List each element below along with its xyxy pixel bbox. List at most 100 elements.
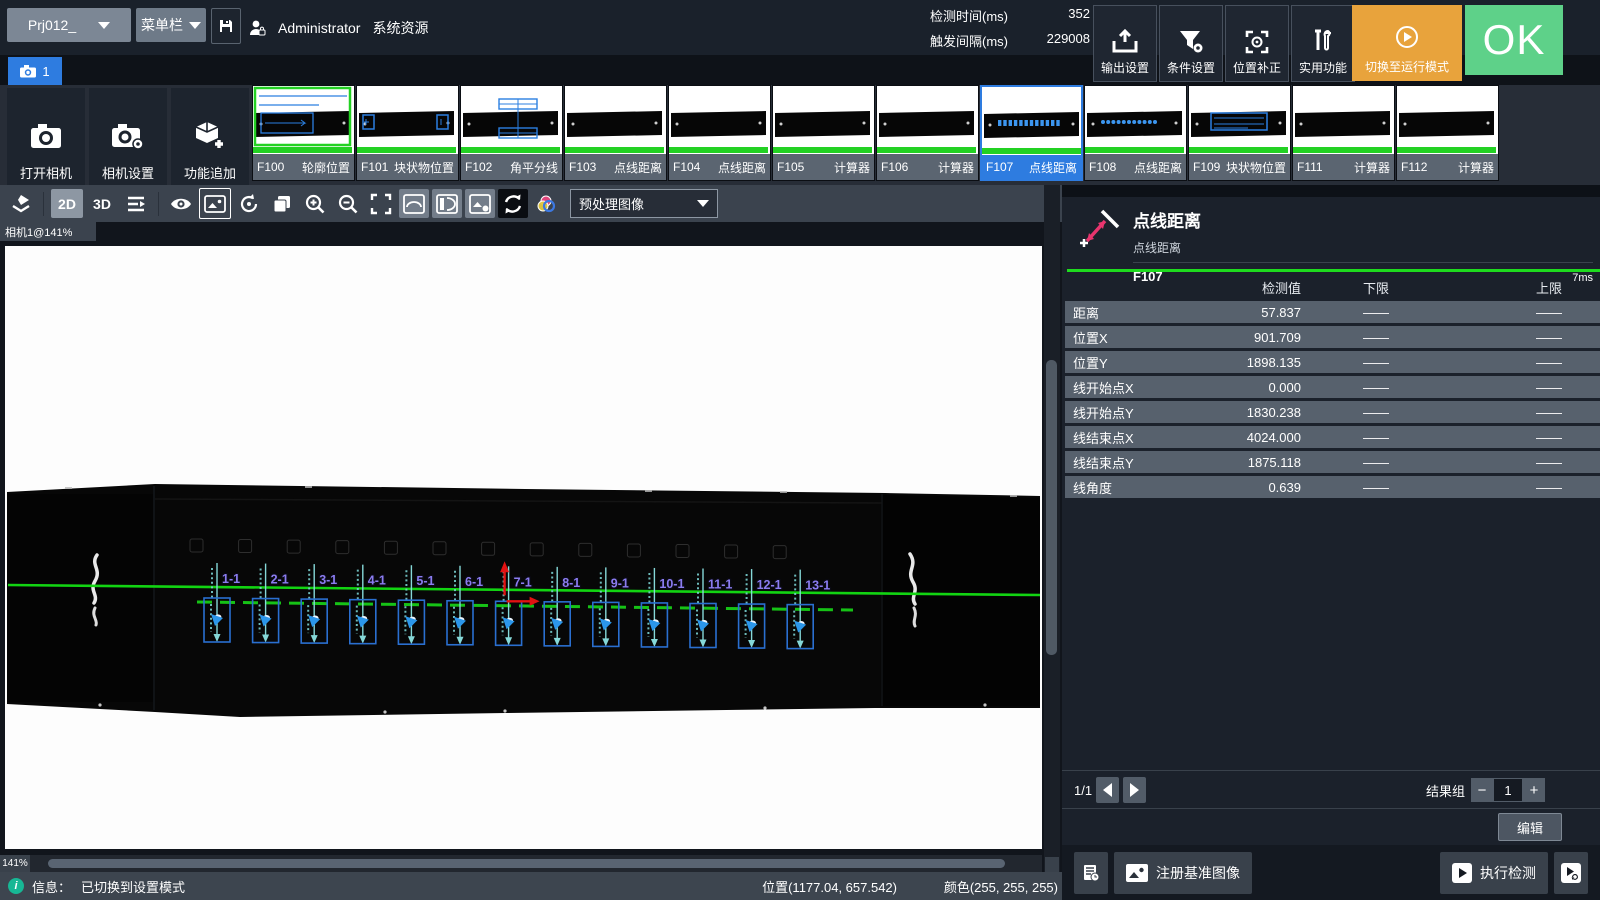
- panel-scroll-thumb[interactable]: [1046, 360, 1056, 655]
- tool-tile-2[interactable]: 相机设置: [89, 88, 167, 190]
- result-row[interactable]: 位置Y 1898.135 —— ——: [1065, 351, 1600, 373]
- fit-screen-icon[interactable]: [366, 189, 396, 218]
- function-id: F102: [465, 160, 492, 174]
- result-row[interactable]: 距离 57.837 —— ——: [1065, 301, 1600, 323]
- preprocess-image-dropdown[interactable]: 预处理图像: [570, 189, 718, 218]
- result-status-bar: [1067, 269, 1600, 272]
- result-row[interactable]: 线开始点Y 1830.238 —— ——: [1065, 401, 1600, 423]
- zoom-in-icon[interactable]: [300, 189, 330, 218]
- save-button[interactable]: [211, 8, 241, 44]
- list-icon[interactable]: [121, 189, 151, 218]
- result-title: 点线距离: [1133, 207, 1593, 232]
- result-label: 位置X: [1065, 328, 1215, 347]
- function-name: 轮廓位置: [302, 159, 350, 176]
- function-thumb-label: F112 计算器: [1397, 154, 1498, 180]
- copy-icon[interactable]: [267, 189, 297, 218]
- function-thumb-label: F100 轮廓位置: [253, 154, 354, 180]
- rotate-lock-icon[interactable]: [234, 189, 264, 218]
- function-thumb-F103[interactable]: F103 点线距离: [564, 85, 667, 181]
- action-label: 输出设置: [1101, 59, 1149, 76]
- refresh-icon[interactable]: [498, 189, 528, 218]
- function-thumb-image: [461, 86, 562, 154]
- group-value[interactable]: 1: [1493, 778, 1523, 802]
- layers-icon[interactable]: [6, 189, 36, 218]
- timing-stats: 检测时间(ms) 352 触发间隔(ms) 229008: [930, 0, 1090, 55]
- action-button-1[interactable]: 输出设置: [1093, 5, 1157, 82]
- result-value: 0.639: [1215, 480, 1301, 495]
- register-reference-image-button[interactable]: 注册基准图像: [1114, 852, 1252, 894]
- camera-image: 1-12-13-14-15-16-17-18-19-110-111-112-11…: [5, 246, 1042, 849]
- function-thumb-label: F102 角平分线: [461, 154, 562, 180]
- tool-tile-3[interactable]: 功能追加: [171, 88, 249, 190]
- camera-tab-1[interactable]: 1: [8, 57, 62, 88]
- function-thumb-F100[interactable]: F100 轮廓位置: [252, 85, 355, 181]
- display-left-icon[interactable]: [432, 189, 462, 218]
- prev-page-button[interactable]: [1096, 777, 1119, 803]
- function-thumb-F105[interactable]: F105 计算器: [772, 85, 875, 181]
- function-thumb-F106[interactable]: F106 计算器: [876, 85, 979, 181]
- preprocess-dropdown-value: 预处理图像: [579, 194, 644, 213]
- result-row[interactable]: 线结束点Y 1875.118 —— ——: [1065, 451, 1600, 473]
- function-thumb-F104[interactable]: F104 点线距离: [668, 85, 771, 181]
- ok-status[interactable]: OK: [1465, 5, 1563, 75]
- project-select[interactable]: Prj012_: [7, 8, 131, 42]
- display-corner-icon[interactable]: [465, 189, 495, 218]
- result-row[interactable]: 线开始点X 0.000 —— ——: [1065, 376, 1600, 398]
- info-label: 信息：: [32, 877, 71, 896]
- switch-run-mode-button[interactable]: 切换至运行模式: [1352, 5, 1462, 81]
- image-viewport[interactable]: 1-12-13-14-15-16-17-18-19-110-111-112-11…: [5, 246, 1042, 849]
- group-decrement-button[interactable]: −: [1471, 778, 1493, 802]
- continuous-run-button[interactable]: [1554, 852, 1588, 894]
- result-list-button[interactable]: [1074, 852, 1108, 894]
- image-icon[interactable]: [199, 188, 231, 219]
- horizontal-scroll-thumb[interactable]: [48, 859, 1005, 868]
- function-thumb-F101[interactable]: F101 块状物位置: [356, 85, 459, 181]
- result-panel: 点线距离 点线距离 F107 7ms 检测值 下限 上限距离 57.837 ——…: [1062, 185, 1600, 900]
- group-increment-button[interactable]: +: [1523, 778, 1545, 802]
- mode-3d-button[interactable]: 3D: [86, 189, 118, 218]
- function-thumb-F109[interactable]: F109 块状物位置: [1188, 85, 1291, 181]
- edit-button[interactable]: 编辑: [1498, 813, 1562, 841]
- zoom-out-icon[interactable]: [333, 189, 363, 218]
- function-thumb-image: [1189, 86, 1290, 154]
- menu-bar-button[interactable]: 菜单栏: [136, 8, 206, 42]
- result-upper-limit: ——: [1431, 455, 1600, 470]
- tool-tile-1[interactable]: 打开相机: [7, 88, 85, 190]
- function-thumb-F107[interactable]: F107 点线距离: [980, 85, 1083, 181]
- col-lower-limit: 下限: [1301, 278, 1431, 297]
- tool-tile-label: 打开相机: [20, 163, 72, 182]
- display-bottom-icon[interactable]: [399, 189, 429, 218]
- edit-label: 编辑: [1517, 818, 1543, 837]
- result-upper-limit: ——: [1431, 480, 1600, 495]
- eye-icon[interactable]: [166, 189, 196, 218]
- horizontal-scrollbar[interactable]: 141%: [0, 855, 1042, 872]
- chevron-down-icon: [697, 200, 709, 207]
- svg-text:12-1: 12-1: [757, 578, 782, 592]
- color-channels-icon[interactable]: [531, 189, 561, 218]
- function-thumb-F112[interactable]: F112 计算器: [1396, 85, 1499, 181]
- function-thumb-F111[interactable]: F111 计算器: [1292, 85, 1395, 181]
- result-value: 1875.118: [1215, 455, 1301, 470]
- run-inspection-button[interactable]: 执行检测: [1440, 852, 1548, 894]
- chevron-down-icon: [189, 22, 201, 29]
- function-thumb-image: [1085, 86, 1186, 154]
- action-button-4[interactable]: 实用功能: [1291, 5, 1355, 82]
- function-thumb-image: [982, 87, 1081, 155]
- function-thumb-label: F107 点线距离: [982, 155, 1081, 179]
- result-row[interactable]: 位置X 901.709 —— ——: [1065, 326, 1600, 348]
- function-name: 块状物位置: [1226, 159, 1286, 176]
- function-name: 计算器: [938, 159, 974, 176]
- cube-plus-icon: [193, 120, 227, 153]
- function-thumb-F102[interactable]: F102 角平分线: [460, 85, 563, 181]
- result-row[interactable]: 线角度 0.639 —— ——: [1065, 476, 1600, 498]
- action-button-2[interactable]: 条件设置: [1159, 5, 1223, 82]
- function-thumb-F108[interactable]: F108 点线距离: [1084, 85, 1187, 181]
- result-lower-limit: ——: [1301, 330, 1431, 345]
- system-resource-link[interactable]: 系统资源: [372, 18, 428, 38]
- action-button-3[interactable]: 位置补正: [1225, 5, 1289, 82]
- mode-2d-button[interactable]: 2D: [51, 189, 83, 218]
- next-page-button[interactable]: [1123, 777, 1146, 803]
- result-row[interactable]: 线结束点X 4024.000 —— ——: [1065, 426, 1600, 448]
- info-message: 已切换到设置模式: [81, 877, 185, 896]
- view-toolbar: 2D3D 预处理图像: [0, 185, 1062, 222]
